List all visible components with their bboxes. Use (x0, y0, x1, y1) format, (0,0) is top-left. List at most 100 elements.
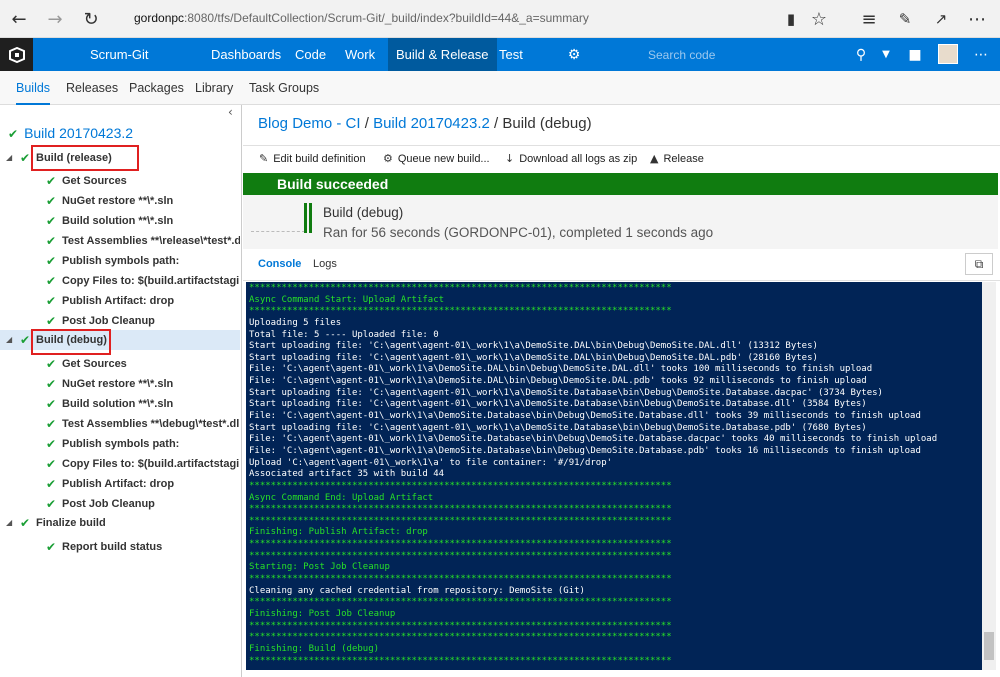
timeline-connector (251, 231, 305, 232)
job-summary: Build (debug) Ran for 56 seconds (GORDON… (243, 195, 998, 249)
expand-triangle-icon[interactable]: ◢ (6, 148, 12, 168)
expand-triangle-icon[interactable]: ◢ (6, 330, 12, 350)
release-button[interactable]: ▲ Release (650, 152, 704, 165)
console-line: File: 'C:\agent\agent-01\_work\1\a\DemoS… (249, 376, 867, 387)
download-logs-button[interactable]: ↓ Download all logs as zip (505, 152, 637, 165)
download-logs-label: Download all logs as zip (519, 153, 638, 165)
tree-item-label: Get Sources (62, 358, 127, 370)
success-check-icon: ✔ (46, 417, 57, 431)
console-output[interactable]: ****************************************… (246, 282, 982, 670)
tree-task[interactable]: ✔ NuGet restore **\*.sln (0, 191, 240, 211)
console-scrollbar[interactable] (982, 282, 996, 670)
console-line: ****************************************… (249, 597, 672, 608)
tree-task[interactable]: ✔ Publish symbols path: (0, 251, 240, 271)
console-line: Finishing: Publish Artifact: drop (249, 527, 428, 538)
more-icon[interactable]: ⋯ (968, 38, 994, 71)
tree-task[interactable]: ✔ Get Sources (0, 354, 240, 374)
hub-icon[interactable]: ≡ (856, 6, 882, 32)
tree-task[interactable]: ✔ Report build status (0, 537, 240, 557)
tree-phase[interactable]: ◢ ✔ Finalize build (0, 513, 240, 533)
tree-task[interactable]: ✔ Publish symbols path: (0, 434, 240, 454)
forward-icon[interactable]: → (42, 6, 68, 32)
project-name[interactable]: Scrum-Git (90, 47, 149, 62)
pencil-icon: ✎ (259, 152, 269, 165)
breadcrumb-separator: / (360, 115, 374, 132)
nav-code[interactable]: Code (287, 38, 334, 71)
tab-console[interactable]: Console (258, 258, 301, 270)
tree-item-label: Report build status (62, 541, 163, 553)
release-icon: ▲ (650, 152, 659, 165)
back-icon[interactable]: ← (6, 6, 32, 32)
tree-item-label: Post Job Cleanup (62, 498, 155, 510)
tree-task[interactable]: ✔ NuGet restore **\*.sln (0, 374, 240, 394)
top-navigation: Scrum-Git Dashboards Code Work Build & R… (0, 38, 1000, 71)
share-icon[interactable]: ↗ (928, 6, 954, 32)
edit-definition-button[interactable]: ✎ Edit build definition (259, 152, 366, 165)
tab-library[interactable]: Library (195, 71, 233, 105)
favorite-icon[interactable]: ☆ (806, 6, 832, 32)
tree-task[interactable]: ✔ Get Sources (0, 171, 240, 191)
console-line: ****************************************… (249, 632, 672, 643)
tree-task[interactable]: ✔ Build solution **\*.sln (0, 394, 240, 414)
success-check-icon: ✔ (20, 516, 31, 530)
search-input[interactable]: Search code (634, 42, 850, 68)
tab-packages[interactable]: Packages (129, 71, 184, 105)
search-icon[interactable]: ⚲ (848, 38, 874, 71)
chevron-down-icon[interactable]: ▼ (873, 38, 899, 71)
tree-task[interactable]: ✔ Post Job Cleanup (0, 494, 240, 514)
nav-build-release[interactable]: Build & Release (388, 38, 497, 71)
success-check-icon: ✔ (20, 333, 31, 347)
queue-build-label: Queue new build... (397, 153, 490, 165)
nav-work[interactable]: Work (337, 38, 383, 71)
nav-test[interactable]: Test (491, 38, 531, 71)
pen-icon[interactable]: ✎ (892, 6, 918, 32)
tree-task[interactable]: ✔ Test Assemblies **\debug\*test*.dll;... (0, 414, 240, 434)
success-check-icon: ✔ (46, 194, 57, 208)
tree-task[interactable]: ✔ Publish Artifact: drop (0, 291, 240, 311)
copy-icon[interactable]: ⧉ (965, 253, 993, 275)
vsts-logo-icon[interactable] (0, 38, 33, 71)
tab-releases[interactable]: Releases (66, 71, 118, 105)
tab-task-groups[interactable]: Task Groups (249, 71, 319, 105)
tree-item-label: NuGet restore **\*.sln (62, 378, 174, 390)
tree-task[interactable]: ✔ Copy Files to: $(build.artifactstaging.… (0, 454, 240, 474)
nav-dashboards[interactable]: Dashboards (203, 38, 289, 71)
shopping-bag-icon[interactable]: ■ (902, 38, 928, 71)
queue-build-button[interactable]: ⚙ Queue new build... (383, 152, 490, 165)
console-line: File: 'C:\agent\agent-01\_work\1\a\DemoS… (249, 445, 921, 456)
tree-task[interactable]: ✔ Publish Artifact: drop (0, 474, 240, 494)
tree-item-label: Copy Files to: $(build.artifactstaging..… (62, 275, 240, 287)
tree-item-label: NuGet restore **\*.sln (62, 195, 174, 207)
console-line: Async Command End: Upload Artifact (249, 492, 434, 503)
console-line: ****************************************… (249, 515, 672, 526)
success-check-icon: ✔ (8, 127, 19, 141)
breadcrumb-definition[interactable]: Blog Demo - CI (258, 115, 361, 132)
tab-logs[interactable]: Logs (313, 258, 337, 270)
expand-triangle-icon[interactable]: ◢ (6, 513, 12, 533)
build-title[interactable]: ✔ Build 20170423.2 (8, 125, 133, 141)
refresh-icon[interactable]: ↻ (78, 6, 104, 32)
url-path: :8080/tfs/DefaultCollection/Scrum-Git/_b… (184, 11, 589, 25)
success-check-icon: ✔ (46, 457, 57, 471)
success-check-icon: ✔ (46, 397, 57, 411)
console-line: ****************************************… (249, 550, 672, 561)
reading-view-icon[interactable]: ▮ (778, 6, 804, 32)
tree-task[interactable]: ✔ Post Job Cleanup (0, 311, 240, 331)
tab-builds[interactable]: Builds (16, 71, 51, 105)
success-check-icon: ✔ (46, 540, 57, 554)
scrollbar-thumb[interactable] (984, 632, 994, 660)
tree-task[interactable]: ✔ Test Assemblies **\release\*test*.dll;.… (0, 231, 240, 251)
tree-task[interactable]: ✔ Build solution **\*.sln (0, 211, 240, 231)
edit-definition-label: Edit build definition (273, 153, 366, 165)
collapse-pane-icon[interactable]: ‹ (228, 105, 233, 119)
breadcrumb-build[interactable]: Build 20170423.2 (373, 115, 490, 132)
avatar[interactable] (938, 44, 958, 64)
settings-gear-icon[interactable]: ⚙ (561, 38, 587, 71)
download-icon: ↓ (505, 152, 515, 165)
address-bar[interactable]: gordonpc:8080/tfs/DefaultCollection/Scru… (134, 11, 589, 25)
console-line: Start uploading file: 'C:\agent\agent-01… (249, 352, 818, 363)
success-check-icon: ✔ (46, 357, 57, 371)
build-detail-pane: Blog Demo - CI / Build 20170423.2 / Buil… (243, 105, 1000, 677)
tree-task[interactable]: ✔ Copy Files to: $(build.artifactstaging.… (0, 271, 240, 291)
more-icon[interactable]: ⋯ (964, 6, 990, 32)
